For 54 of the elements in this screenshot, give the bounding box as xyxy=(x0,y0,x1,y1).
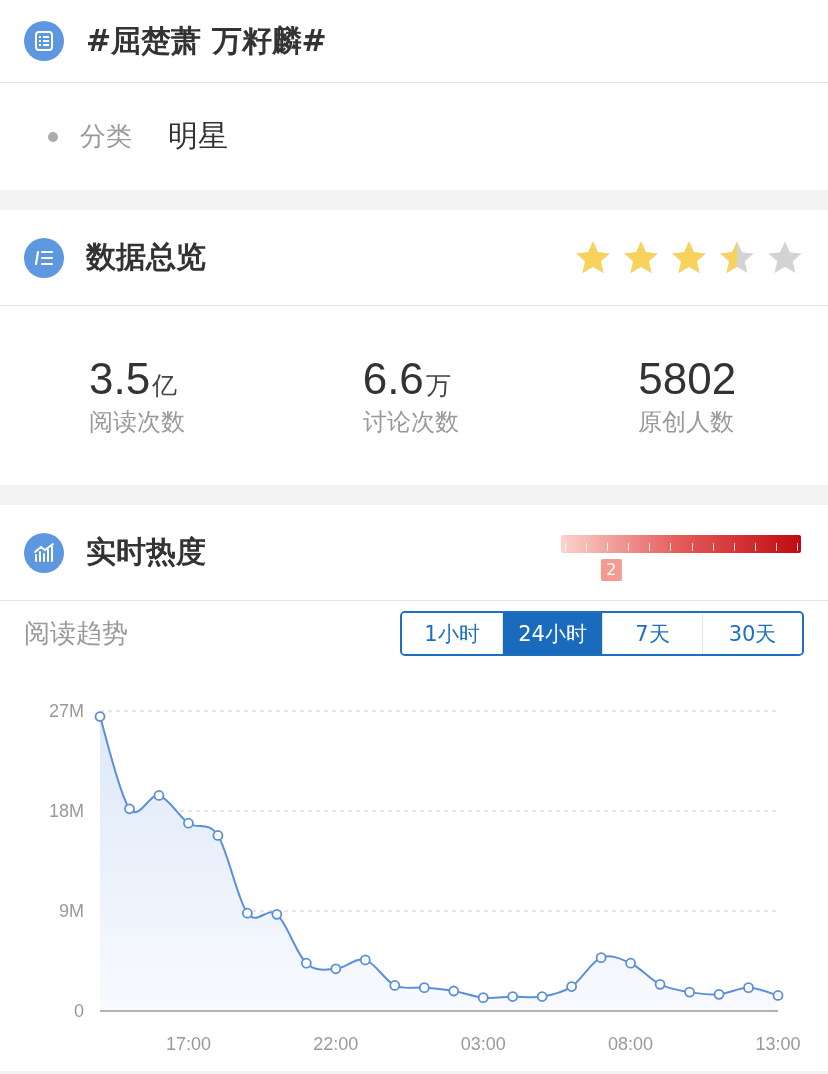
data-point xyxy=(389,980,401,991)
data-point xyxy=(448,985,460,997)
heat-level-marker: 2 xyxy=(601,558,622,581)
y-axis-label: 18M xyxy=(49,801,84,821)
stat-value: 3.5 xyxy=(89,353,151,404)
stat-value: 5802 xyxy=(638,353,737,404)
section-title: 实时热度 xyxy=(86,533,206,571)
range-tab[interactable]: 30天 xyxy=(702,613,802,654)
list-icon xyxy=(24,237,64,278)
data-point xyxy=(654,978,666,990)
data-point xyxy=(183,817,194,829)
data-point xyxy=(359,954,371,966)
stat-unit: 万 xyxy=(425,369,451,402)
data-point xyxy=(477,992,489,1004)
x-axis-label: 17:00 xyxy=(165,1034,211,1054)
data-point xyxy=(595,952,607,964)
y-axis-label: 9M xyxy=(59,901,84,921)
stat-label: 阅读次数 xyxy=(89,406,185,438)
trend-label: 阅读趋势 xyxy=(24,617,128,650)
data-point xyxy=(507,991,519,1002)
topic-title: #屈楚萧 万籽麟# xyxy=(86,21,327,60)
y-axis-label: 27M xyxy=(49,701,84,721)
x-axis-label: 03:00 xyxy=(460,1034,506,1054)
x-axis-label: 22:00 xyxy=(313,1034,359,1054)
data-point xyxy=(772,990,784,1001)
stat-label: 讨论次数 xyxy=(362,406,459,438)
chart-icon xyxy=(24,532,64,573)
section-title: 数据总览 xyxy=(86,238,206,276)
x-axis-label: 13:00 xyxy=(755,1034,801,1054)
stat-unit: 亿 xyxy=(152,369,178,402)
data-point xyxy=(330,963,342,975)
data-point xyxy=(300,957,312,969)
list-icon xyxy=(24,21,64,61)
x-axis-label: 08:00 xyxy=(608,1034,654,1054)
category-value: 明星 xyxy=(168,117,228,155)
data-point xyxy=(713,988,725,1000)
stat-value: 6.6 xyxy=(362,353,424,404)
data-point xyxy=(684,986,695,998)
data-point xyxy=(124,803,135,815)
data-point xyxy=(536,991,548,1002)
bullet-icon xyxy=(48,131,58,142)
data-point xyxy=(418,982,430,994)
data-point xyxy=(212,830,224,841)
data-point xyxy=(625,957,636,969)
y-axis-label: 0 xyxy=(74,1001,84,1021)
data-point xyxy=(271,908,283,920)
data-point xyxy=(153,790,165,801)
data-point xyxy=(94,711,106,722)
range-tab[interactable]: 24小时 xyxy=(502,613,602,654)
data-point xyxy=(566,981,578,992)
stat-label: 原创人数 xyxy=(638,406,735,438)
data-point xyxy=(242,907,253,919)
data-point xyxy=(743,982,754,994)
category-label: 分类 xyxy=(80,120,132,153)
